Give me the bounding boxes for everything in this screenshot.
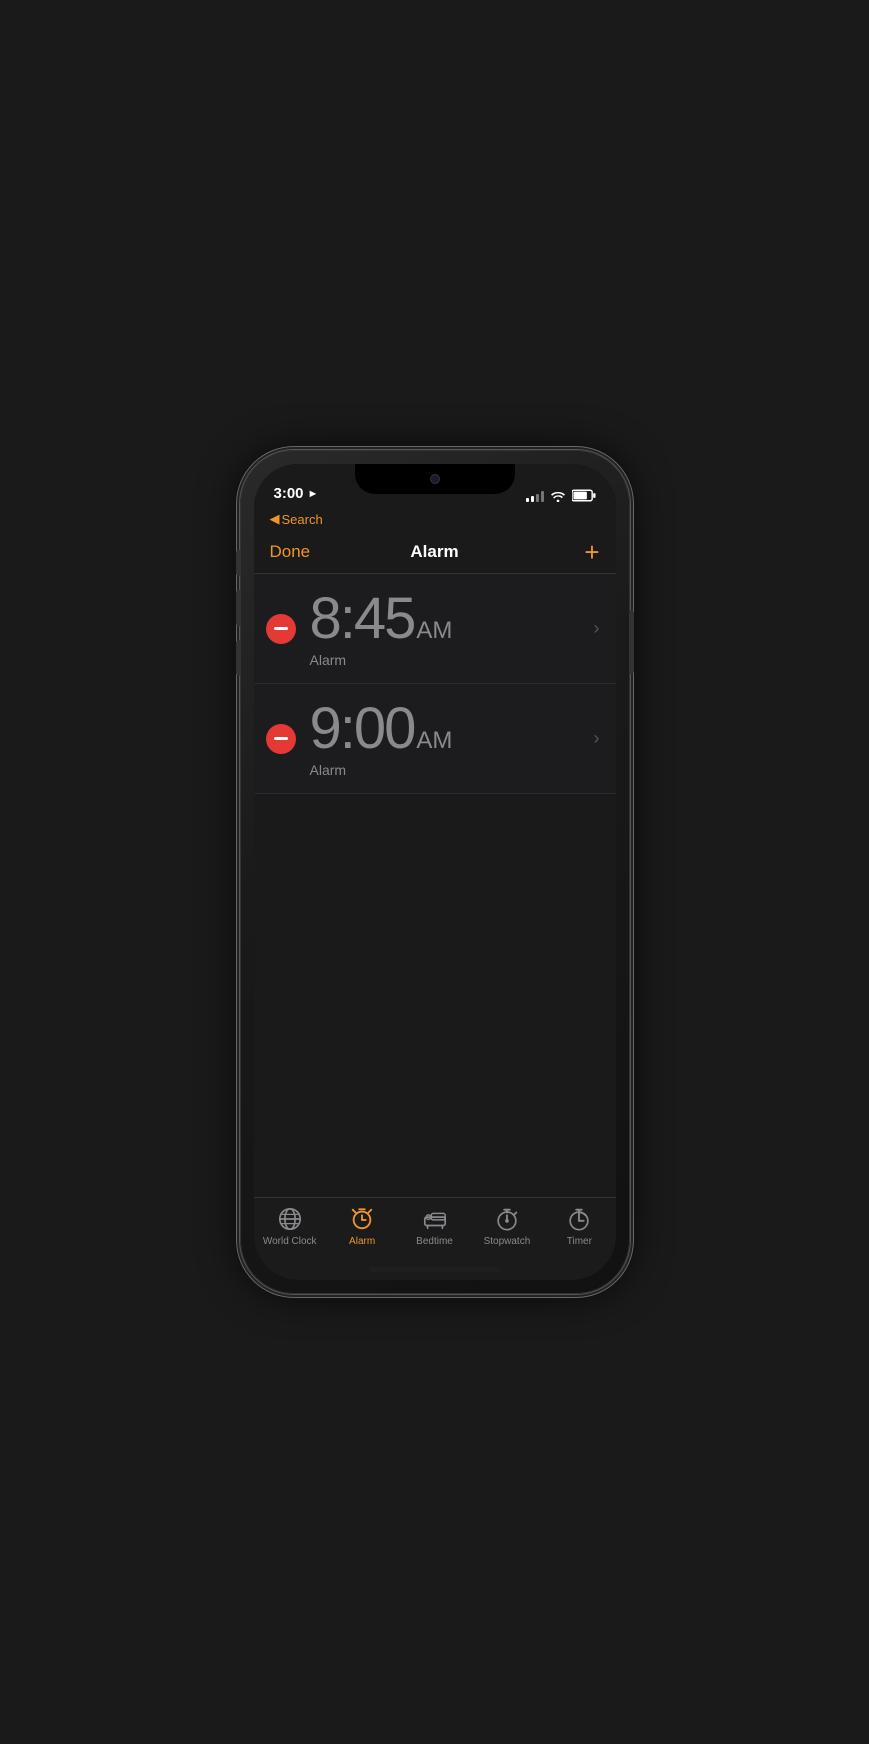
alarm-2-chevron: › (594, 728, 600, 749)
silent-switch[interactable] (236, 550, 240, 576)
alarm-row[interactable]: 9:00 AM Alarm › (254, 684, 616, 794)
alarm-2-label: Alarm (310, 762, 586, 778)
tab-timer-label: Timer (567, 1236, 592, 1247)
add-alarm-button[interactable]: + (584, 539, 599, 565)
search-back-label[interactable]: Search (282, 512, 323, 527)
alarm-2-info: 9:00 AM Alarm (310, 700, 586, 778)
nav-bar: Done Alarm + (254, 530, 616, 574)
volume-down-button[interactable] (236, 640, 240, 676)
notch (355, 464, 515, 494)
tab-bar: World Clock Alarm (254, 1197, 616, 1280)
tab-timer[interactable]: Timer (543, 1206, 615, 1247)
tab-world-clock[interactable]: World Clock (254, 1206, 326, 1247)
tab-alarm[interactable]: Alarm (326, 1206, 398, 1247)
location-icon: ► (308, 488, 319, 500)
phone-frame: 3:00 ► (240, 450, 630, 1294)
alarm-1-label: Alarm (310, 652, 586, 668)
alarm-1-ampm: AM (416, 617, 452, 645)
signal-icon (526, 490, 544, 502)
alarm-2-time: 9:00 (310, 700, 415, 758)
power-button[interactable] (630, 610, 634, 674)
tab-bedtime[interactable]: Bedtime (398, 1206, 470, 1247)
back-row: ◀ Search (254, 508, 616, 530)
alarm-2-ampm: AM (416, 727, 452, 755)
minus-icon (274, 627, 288, 630)
delete-alarm-2-button[interactable] (266, 724, 296, 754)
bed-icon (422, 1206, 448, 1232)
status-indicators (526, 489, 596, 502)
timer-icon (566, 1206, 592, 1232)
tab-bedtime-label: Bedtime (416, 1236, 453, 1247)
alarm-row[interactable]: 8:45 AM Alarm › (254, 574, 616, 684)
alarm-list: 8:45 AM Alarm › 9:00 AM Alarm (254, 574, 616, 1197)
alarm-icon (349, 1206, 375, 1232)
stopwatch-icon (494, 1206, 520, 1232)
tab-stopwatch[interactable]: Stopwatch (471, 1206, 543, 1247)
delete-alarm-1-button[interactable] (266, 614, 296, 644)
page-title: Alarm (410, 542, 458, 562)
tab-alarm-label: Alarm (349, 1236, 375, 1247)
status-time: 3:00 ► (274, 485, 319, 502)
phone-screen: 3:00 ► (254, 464, 616, 1280)
alarm-1-time: 8:45 (310, 590, 415, 648)
minus-icon (274, 737, 288, 740)
alarm-1-info: 8:45 AM Alarm (310, 590, 586, 668)
tab-stopwatch-label: Stopwatch (484, 1236, 531, 1247)
camera (430, 474, 440, 484)
globe-icon (277, 1206, 303, 1232)
done-button[interactable]: Done (270, 542, 311, 562)
battery-icon (572, 489, 596, 502)
wifi-icon (550, 490, 566, 502)
tab-world-clock-label: World Clock (263, 1236, 317, 1247)
back-arrow: ◀ (270, 511, 280, 527)
volume-up-button[interactable] (236, 590, 240, 626)
alarm-1-chevron: › (594, 618, 600, 639)
